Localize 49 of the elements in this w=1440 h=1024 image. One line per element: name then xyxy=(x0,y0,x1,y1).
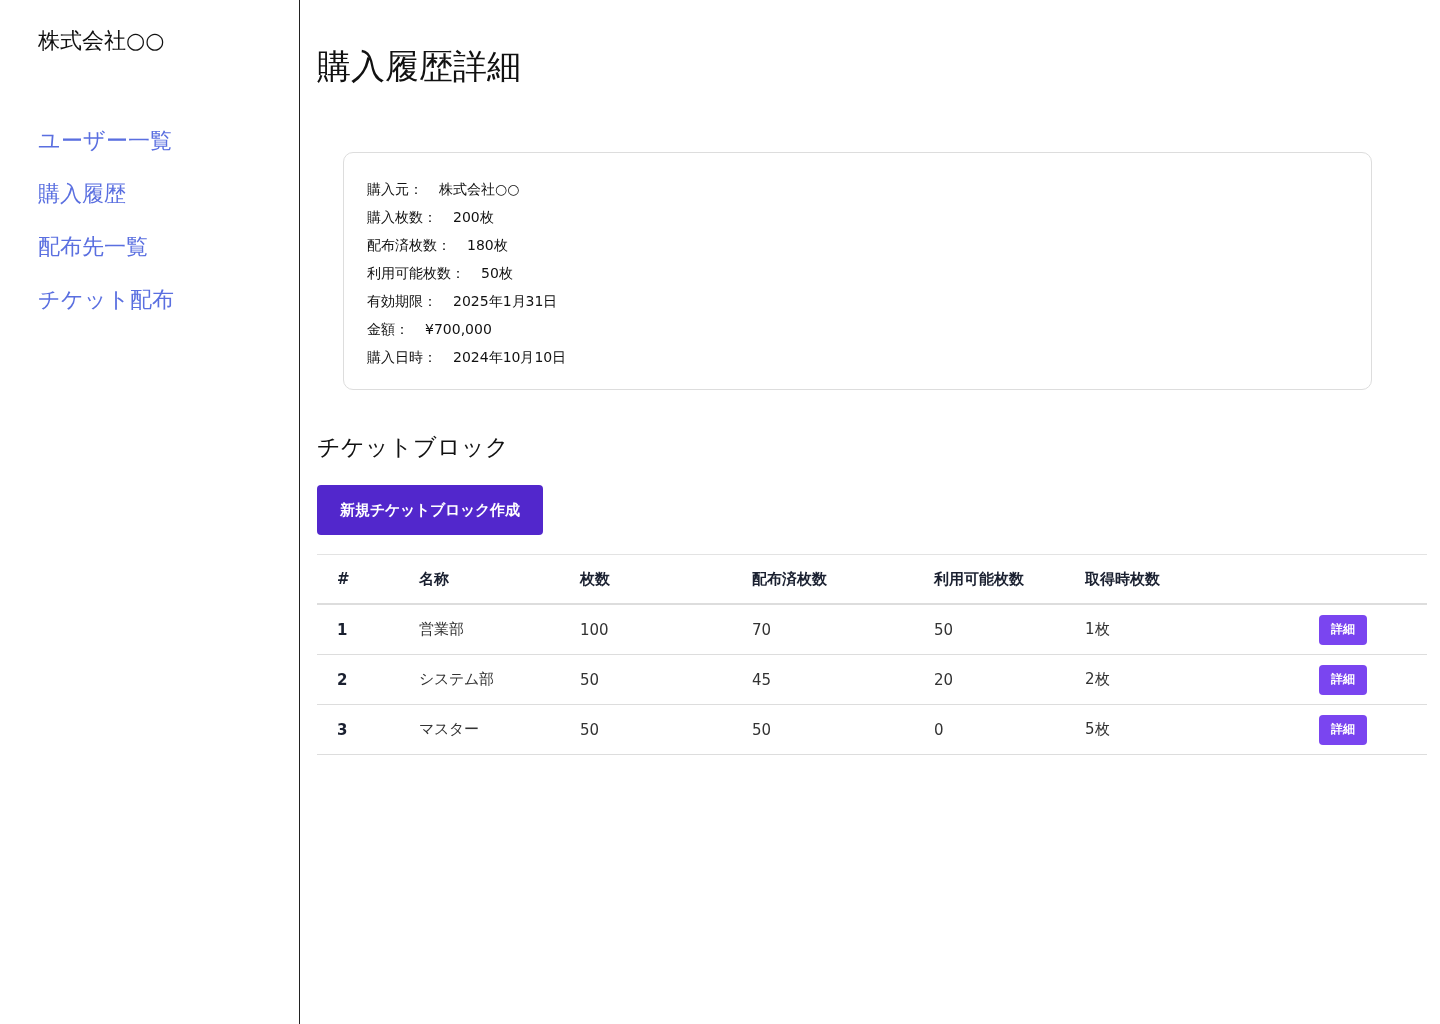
table-cell: 0 xyxy=(934,720,944,739)
detail-value: ¥700,000 xyxy=(425,320,492,339)
nav-link[interactable]: チケット配布 xyxy=(38,285,174,315)
detail-label: 金額： xyxy=(367,320,409,339)
detail-value: 株式会社○○ xyxy=(439,180,520,199)
table-cell: マスター xyxy=(419,720,479,738)
table-cell: 2枚 xyxy=(1085,670,1110,688)
nav-link[interactable]: ユーザー一覧 xyxy=(38,126,172,156)
table-cell: 3 xyxy=(337,720,348,739)
detail-button[interactable]: 詳細 xyxy=(1319,664,1367,695)
detail-value: 50枚 xyxy=(481,264,513,283)
column-header-text: 名称 xyxy=(419,569,449,588)
create-button[interactable]: 新規チケットブロック作成 xyxy=(317,485,543,535)
detail-button[interactable]: 詳細 xyxy=(1319,714,1367,745)
table-cell: 20 xyxy=(934,670,954,689)
table-cell: 5枚 xyxy=(1085,720,1110,738)
table-cell: システム部 xyxy=(419,670,494,688)
nav-link[interactable]: 購入履歴 xyxy=(38,179,126,209)
detail-label: 利用可能枚数： xyxy=(367,264,465,283)
detail-value: 2024年10月10日 xyxy=(453,348,567,367)
table-cell: 1枚 xyxy=(1085,620,1110,638)
column-header-text: 利用可能枚数 xyxy=(934,569,1024,588)
detail-label: 購入日時： xyxy=(367,348,437,367)
table-cell: 70 xyxy=(752,620,772,639)
table-cell: 1 xyxy=(337,620,348,639)
column-header-text: 取得時枚数 xyxy=(1085,569,1160,588)
column-header-text: 枚数 xyxy=(580,569,610,588)
detail-label: 購入枚数： xyxy=(367,208,437,227)
table-cell: 営業部 xyxy=(419,620,464,638)
nav-link[interactable]: 配布先一覧 xyxy=(38,232,148,262)
section-title: チケットブロック xyxy=(317,433,510,462)
detail-label: 配布済枚数： xyxy=(367,236,451,255)
detail-label: 有効期限： xyxy=(367,292,437,311)
table-cell: 50 xyxy=(580,670,600,689)
detail-label: 購入元： xyxy=(367,180,423,199)
detail-value: 180枚 xyxy=(467,236,508,255)
page-title: 購入履歴詳細 xyxy=(317,45,522,88)
column-header-text: # xyxy=(337,570,350,588)
detail-value: 200枚 xyxy=(453,208,494,227)
column-header-text: 配布済枚数 xyxy=(752,569,827,588)
table-cell: 45 xyxy=(752,670,772,689)
table-cell: 50 xyxy=(934,620,954,639)
table-cell: 50 xyxy=(752,720,772,739)
detail-value: 2025年1月31日 xyxy=(453,292,558,311)
company-name: 株式会社○○ xyxy=(38,27,166,55)
table-cell: 2 xyxy=(337,670,348,689)
table-cell: 50 xyxy=(580,720,600,739)
detail-button[interactable]: 詳細 xyxy=(1319,614,1367,645)
table-cell: 100 xyxy=(580,620,609,639)
